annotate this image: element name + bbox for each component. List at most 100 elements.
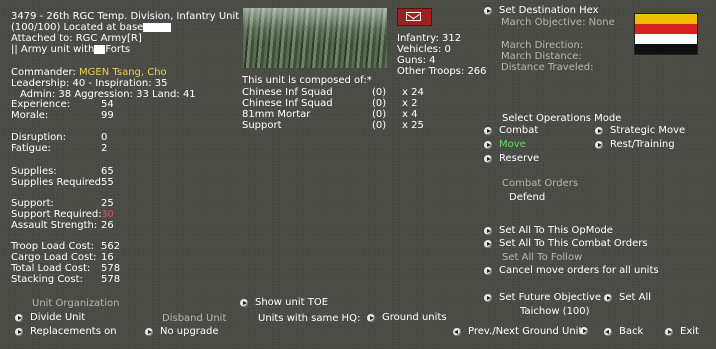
arrow-right-icon	[665, 327, 675, 337]
prev-unit-button[interactable]: Prev./Next Ground Unit	[453, 326, 582, 338]
flag-stripe	[635, 44, 697, 54]
composition-damaged: (0)	[372, 87, 387, 98]
stat-value: 578	[101, 263, 121, 274]
composition-damaged: (0)	[372, 109, 387, 120]
show-toe-button[interactable]: Show unit TOE	[240, 297, 328, 309]
divide-unit-button[interactable]: Divide Unit	[15, 312, 85, 324]
future-objective-target: Taichow (100)	[520, 306, 590, 317]
mail-envelope-icon[interactable]	[397, 8, 432, 26]
set-all-combat-orders-button[interactable]: Set All To This Combat Orders	[484, 238, 648, 250]
unit-organization-header: Unit Organization	[32, 298, 120, 309]
stat-label: Supplies:	[11, 166, 57, 177]
composition-count: x 24	[402, 87, 424, 98]
nation-flag	[634, 13, 698, 55]
arrow-right-icon	[580, 326, 590, 336]
stat-label: Fatigue:	[11, 143, 51, 154]
unit-attached: Attached to: RGC Army[R]	[11, 33, 142, 44]
set-all-future-button[interactable]: Set All	[604, 292, 651, 304]
opmode-reserve[interactable]: Reserve	[484, 153, 539, 165]
composition-count: x 4	[402, 109, 418, 120]
unit-type-line: || Army unit with Forts	[11, 44, 130, 55]
unit-title: 3479 - 26th RGC Temp. Division, Infantry…	[11, 11, 240, 22]
arrow-right-icon	[484, 126, 494, 136]
set-future-label: Set Future Objective	[499, 292, 602, 303]
no-upgrade-label: No upgrade	[160, 326, 219, 337]
cancel-move-label: Cancel move orders for all units	[499, 265, 659, 276]
disband-unit-label: Disband Unit	[162, 313, 227, 324]
unit-status-text: (100/100) Located at base	[11, 22, 144, 33]
stat-value: 25	[101, 198, 114, 209]
opmode-reserve-label: Reserve	[499, 153, 540, 164]
arrow-right-icon	[484, 154, 494, 164]
commander-line: Commander: MGEN Tsang, Cho	[11, 67, 167, 78]
commander-leadership: Leadership: 40 - Inspiration: 35	[11, 78, 168, 89]
ground-units-button[interactable]: Ground units	[367, 312, 447, 324]
stat-label: Total Load Cost:	[11, 263, 91, 274]
back-button[interactable]: Back	[604, 326, 643, 338]
guns-count: Guns: 4	[397, 55, 436, 66]
combat-orders-value[interactable]: Defend	[509, 192, 545, 203]
redacted-block	[143, 22, 172, 32]
stat-value: 0	[101, 132, 108, 143]
set-destination-button[interactable]: Set Destination Hex	[484, 5, 599, 17]
stat-label: Assault Strength:	[11, 220, 98, 231]
arrow-right-icon	[484, 239, 494, 249]
combat-orders-header: Combat Orders	[502, 178, 579, 189]
upgrade-toggle[interactable]: No upgrade	[145, 326, 219, 338]
arrow-right-icon	[595, 140, 605, 150]
exit-button[interactable]: Exit	[665, 326, 699, 338]
arrow-right-icon	[604, 293, 614, 303]
composition-name[interactable]: Chinese Inf Squad	[242, 98, 333, 109]
divide-unit-label: Divide Unit	[30, 312, 86, 323]
commander-label: Commander:	[11, 67, 76, 78]
stat-value: 54	[101, 99, 114, 110]
arrow-left-icon	[604, 327, 614, 337]
arrow-right-icon	[240, 298, 250, 308]
arrow-right-icon	[367, 313, 377, 323]
other-troops-count: Other Troops: 266	[397, 66, 487, 77]
set-all-combat-label: Set All To This Combat Orders	[499, 238, 648, 249]
same-hq-label: Units with same HQ:	[258, 313, 361, 324]
set-destination-label: Set Destination Hex	[499, 5, 599, 16]
composition-damaged: (0)	[372, 98, 387, 109]
unit-type-suffix: Forts	[105, 44, 131, 55]
composition-name[interactable]: Chinese Inf Squad	[242, 87, 333, 98]
set-all-opmode-label: Set All To This OpMode	[499, 225, 613, 236]
opmode-strategic-move[interactable]: Strategic Move	[595, 125, 685, 137]
set-future-objective-button[interactable]: Set Future Objective	[484, 292, 601, 304]
unit-status-line: (100/100) Located at base	[11, 22, 172, 33]
back-label: Back	[619, 326, 644, 337]
opmode-move[interactable]: Move	[484, 139, 526, 151]
composition-count: x 2	[402, 98, 418, 109]
stat-value: 55	[101, 177, 114, 188]
unit-type-prefix: || Army unit with	[11, 44, 95, 55]
flag-stripe	[635, 14, 697, 24]
next-unit-button[interactable]	[580, 326, 590, 336]
flag-stripe	[635, 24, 697, 34]
commander-name[interactable]: MGEN Tsang, Cho	[79, 67, 167, 78]
stat-label: Support Required:	[11, 209, 102, 220]
stat-value: 65	[101, 166, 114, 177]
arrow-right-icon	[484, 140, 494, 150]
opmode-combat-label: Combat	[499, 125, 539, 136]
composition-name[interactable]: Support	[242, 120, 282, 131]
cancel-move-orders-button[interactable]: Cancel move orders for all units	[484, 265, 659, 277]
set-all-opmode-button[interactable]: Set All To This OpMode	[484, 225, 613, 237]
stat-label: Troop Load Cost:	[11, 241, 95, 252]
composition-name[interactable]: 81mm Mortar	[242, 109, 310, 120]
replacements-toggle[interactable]: Replacements on	[15, 326, 117, 338]
opmode-rest-training[interactable]: Rest/Training	[595, 139, 675, 151]
stat-label: Disruption:	[11, 132, 67, 143]
stat-value: 2	[101, 143, 108, 154]
opmode-combat[interactable]: Combat	[484, 125, 538, 137]
arrow-right-icon	[595, 126, 605, 136]
arrow-right-icon	[15, 313, 25, 323]
opmode-header: Select Operations Mode	[502, 113, 622, 124]
arrow-right-icon	[484, 293, 494, 303]
distance-traveled: Distance Traveled:	[501, 62, 594, 73]
stat-label: Support:	[11, 198, 54, 209]
unit-photo	[243, 8, 387, 68]
march-direction: March Direction:	[501, 40, 584, 51]
composition-damaged: (0)	[372, 120, 387, 131]
stat-value: 99	[101, 110, 114, 121]
